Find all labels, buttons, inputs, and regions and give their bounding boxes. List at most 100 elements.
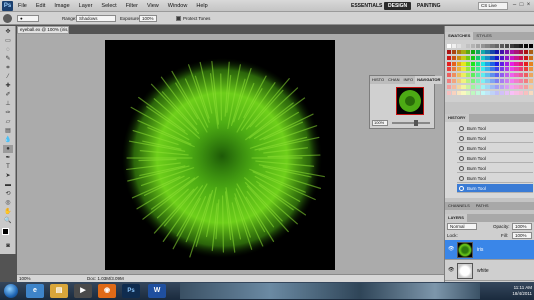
swatch-color[interactable] (456, 44, 461, 48)
swatch-color[interactable] (447, 61, 452, 66)
zoom-tool-icon[interactable]: 🔍 (3, 217, 13, 225)
swatch-color[interactable] (466, 67, 471, 72)
menu-file[interactable]: File (18, 2, 27, 10)
swatch-color[interactable] (485, 79, 490, 84)
swatch-color[interactable] (519, 79, 524, 84)
swatch-color[interactable] (499, 84, 505, 89)
swatch-color[interactable] (466, 73, 471, 78)
swatch-color[interactable] (456, 61, 461, 66)
blend-mode-select[interactable]: Normal (447, 223, 477, 230)
swatch-color[interactable] (495, 55, 500, 60)
layer-row-white[interactable]: 👁 white (445, 261, 534, 281)
swatch-color[interactable] (528, 79, 533, 84)
swatch-color[interactable] (514, 44, 519, 48)
eye-icon[interactable]: 👁 (448, 247, 454, 252)
swatch-color[interactable] (461, 44, 466, 48)
swatch-color[interactable] (451, 73, 457, 78)
swatch-color[interactable] (509, 90, 514, 95)
dodge-burn-tool-icon[interactable]: ● (3, 145, 13, 153)
swatch-color[interactable] (490, 73, 495, 78)
swatch-color[interactable] (471, 49, 476, 54)
swatch-color[interactable] (495, 79, 500, 84)
swatch-color[interactable] (471, 44, 476, 48)
tab-paths[interactable]: PATHS (473, 202, 492, 210)
swatch-color[interactable] (485, 44, 490, 48)
move-tool-icon[interactable]: ✥ (3, 28, 13, 36)
menu-view[interactable]: View (147, 2, 159, 10)
start-button-icon[interactable] (4, 284, 18, 298)
swatch-color[interactable] (447, 44, 452, 48)
swatch-color[interactable] (519, 90, 524, 95)
workspace-essentials-button[interactable]: ESSENTIALS (347, 2, 386, 10)
menu-layer[interactable]: Layer (79, 2, 93, 10)
history-item[interactable]: Burn Tool (457, 154, 533, 163)
swatch-color[interactable] (504, 73, 509, 78)
swatch-color[interactable] (509, 84, 514, 89)
swatches-grid[interactable] (447, 44, 533, 96)
swatch-color[interactable] (461, 90, 466, 95)
swatch-color[interactable] (499, 79, 505, 84)
swatch-color[interactable] (480, 55, 485, 60)
swatch-color[interactable] (509, 79, 514, 84)
swatch-color[interactable] (523, 84, 529, 89)
type-tool-icon[interactable]: T (3, 163, 13, 171)
swatch-color[interactable] (447, 90, 452, 95)
menu-help[interactable]: Help (196, 2, 207, 10)
history-brush-tool-icon[interactable]: ✑ (3, 109, 13, 117)
swatch-color[interactable] (495, 84, 500, 89)
swatch-color[interactable] (490, 79, 495, 84)
zoom-level[interactable]: 100% (19, 275, 31, 282)
swatch-color[interactable] (466, 61, 471, 66)
swatch-color[interactable] (456, 55, 461, 60)
swatch-color[interactable] (466, 79, 471, 84)
swatch-color[interactable] (485, 61, 490, 66)
swatch-color[interactable] (504, 90, 509, 95)
swatch-color[interactable] (475, 73, 481, 78)
swatch-color[interactable] (495, 73, 500, 78)
opacity-input[interactable]: 100% (512, 223, 532, 230)
quick-select-tool-icon[interactable]: ✎ (3, 55, 13, 63)
swatch-color[interactable] (504, 44, 509, 48)
swatch-color[interactable] (451, 44, 457, 48)
swatch-color[interactable] (495, 90, 500, 95)
swatch-color[interactable] (490, 61, 495, 66)
hand-tool-icon[interactable]: ✋ (3, 208, 13, 216)
swatch-color[interactable] (461, 79, 466, 84)
swatch-color[interactable] (490, 67, 495, 72)
system-clock[interactable]: 11:11 AM 18/4/2011 (494, 285, 532, 297)
navigator-zoom-slider[interactable] (392, 122, 430, 124)
clone-stamp-tool-icon[interactable]: ⊥ (3, 100, 13, 108)
menu-image[interactable]: Image (54, 2, 69, 10)
history-item[interactable]: Burn Tool (457, 124, 533, 133)
swatch-color[interactable] (519, 84, 524, 89)
swatch-color[interactable] (447, 84, 452, 89)
swatch-color[interactable] (523, 90, 529, 95)
swatch-color[interactable] (490, 44, 495, 48)
swatch-color[interactable] (523, 49, 529, 54)
swatch-color[interactable] (480, 73, 485, 78)
explorer-taskbar-icon[interactable]: ▤ (50, 284, 68, 298)
brush-size-picker[interactable]: ● (17, 15, 39, 22)
swatch-color[interactable] (523, 44, 529, 48)
tab-styles[interactable]: STYLES (473, 32, 494, 40)
swatch-color[interactable] (461, 73, 466, 78)
swatch-color[interactable] (447, 49, 452, 54)
fill-input[interactable]: 100% (512, 232, 532, 239)
swatch-color[interactable] (447, 67, 452, 72)
swatch-color[interactable] (475, 79, 481, 84)
swatch-color[interactable] (461, 61, 466, 66)
photoshop-taskbar-icon[interactable]: Ps (122, 284, 140, 298)
swatch-color[interactable] (461, 55, 466, 60)
tab-channels[interactable]: CHANNELS (445, 202, 473, 210)
swatch-color[interactable] (471, 61, 476, 66)
swatch-color[interactable] (499, 49, 505, 54)
swatch-color[interactable] (466, 84, 471, 89)
swatch-color[interactable] (523, 73, 529, 78)
swatch-color[interactable] (480, 67, 485, 72)
swatch-color[interactable] (499, 67, 505, 72)
swatch-color[interactable] (514, 61, 519, 66)
swatch-color[interactable] (456, 79, 461, 84)
ie-taskbar-icon[interactable]: e (26, 284, 44, 298)
menu-edit[interactable]: Edit (36, 2, 45, 10)
document-tab[interactable]: eyeball.ex @ 100% (iris, RGB/8) (17, 26, 69, 34)
